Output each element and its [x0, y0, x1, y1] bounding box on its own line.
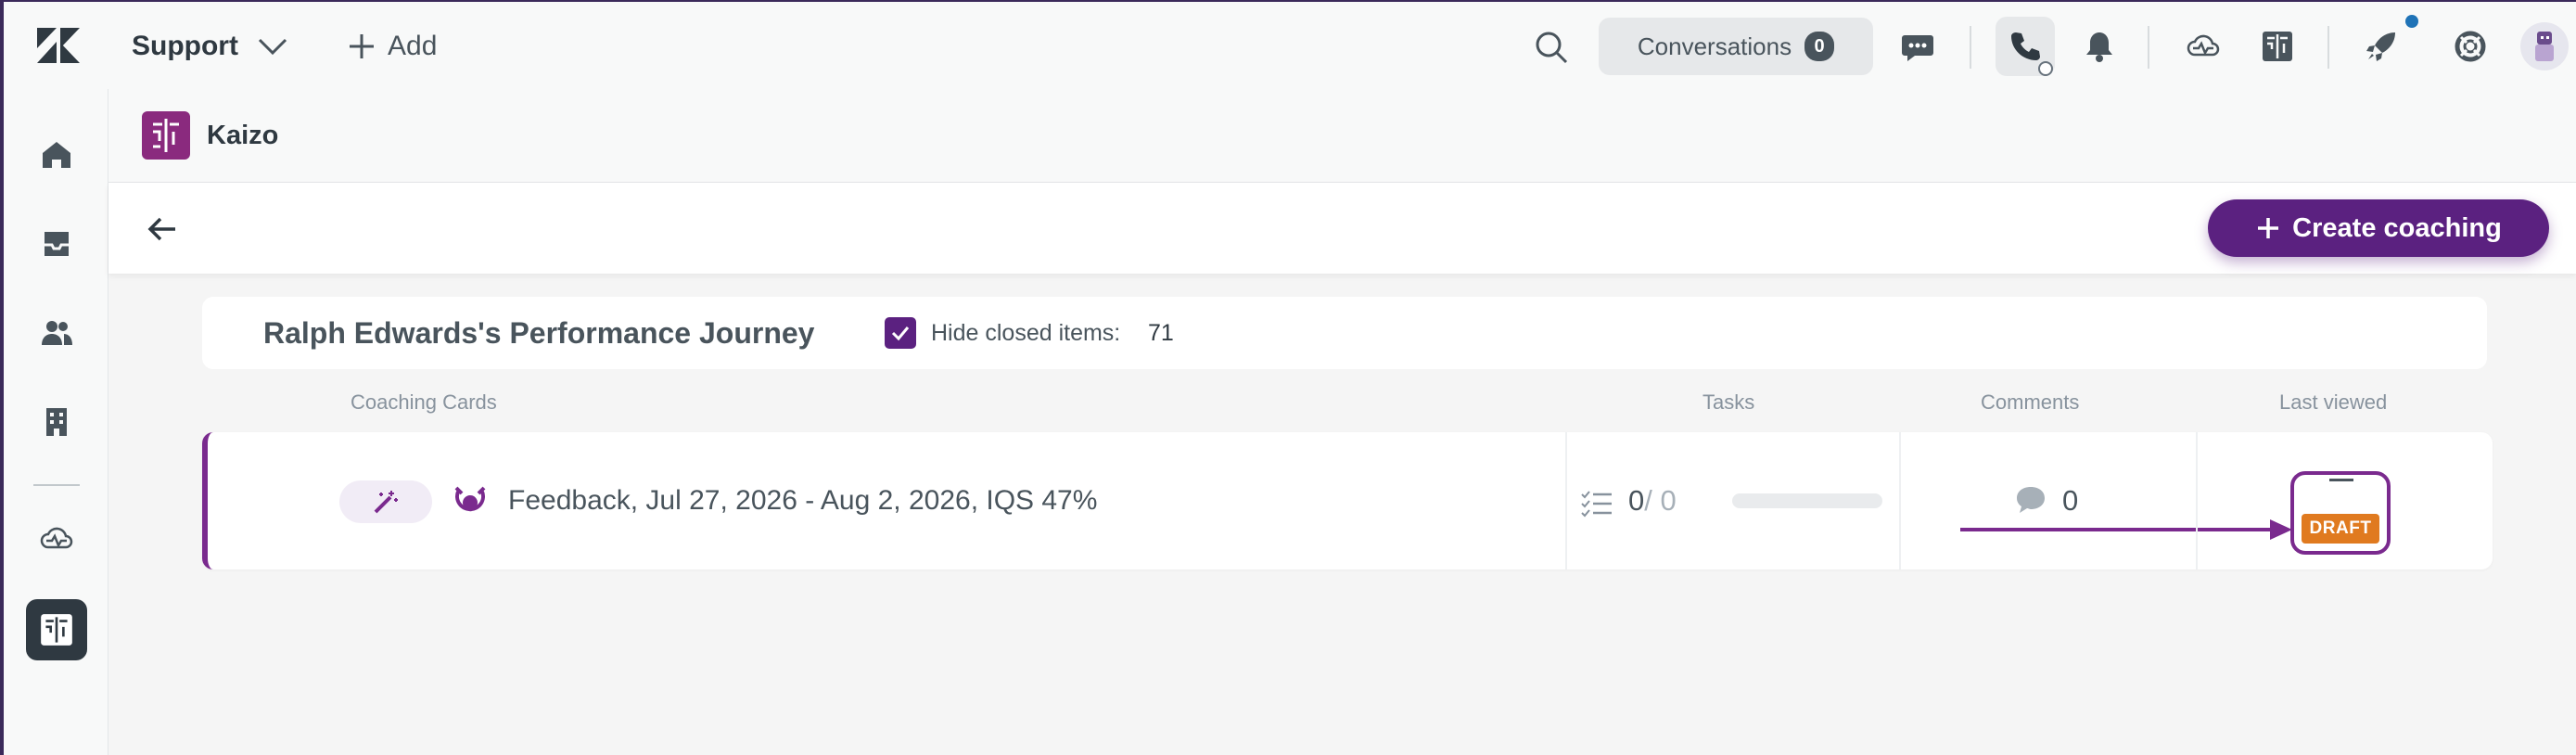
divider	[2327, 26, 2329, 69]
add-label: Add	[388, 31, 438, 61]
zendesk-logo-icon[interactable]	[37, 28, 80, 63]
coaching-card-row[interactable]: Feedback, Jul 27, 2026 - Aug 2, 2026, IQ…	[202, 432, 2493, 569]
column-header-tasks[interactable]: Tasks	[1702, 390, 1754, 416]
column-divider	[1899, 432, 1901, 569]
global-topbar: Support Add Conversations 0	[4, 2, 2576, 90]
plus-icon	[350, 34, 374, 58]
back-arrow-icon[interactable]	[142, 209, 183, 250]
comments-count: 0	[2062, 484, 2079, 517]
divider	[1970, 26, 1971, 69]
tasks-done: 0	[1628, 484, 1645, 517]
conversations-label: Conversations	[1637, 32, 1792, 60]
divider	[2148, 26, 2149, 69]
create-coaching-label: Create coaching	[2292, 212, 2502, 243]
nav-divider	[33, 484, 80, 486]
last-viewed-dash	[2329, 479, 2353, 481]
last-viewed-status[interactable]: DRAFT	[2290, 471, 2391, 555]
help-lifebuoy-icon[interactable]	[2448, 24, 2493, 69]
column-divider	[2196, 432, 2198, 569]
left-navigation	[4, 89, 108, 755]
annotation-arrow-icon	[1960, 519, 2292, 540]
journey-header: Ralph Edwards's Performance Journey Hide…	[202, 297, 2487, 369]
draft-status-badge: DRAFT	[2302, 514, 2379, 544]
conversations-button[interactable]: Conversations 0	[1599, 18, 1873, 75]
kaizo-nav-item[interactable]	[26, 599, 87, 660]
column-header-coaching-cards[interactable]: Coaching Cards	[351, 390, 497, 416]
page-toolbar: Create coaching	[108, 183, 2576, 274]
hide-closed-label: Hide closed items:	[931, 320, 1121, 346]
conversations-count-badge: 0	[1804, 32, 1835, 61]
rocket-icon[interactable]	[2359, 24, 2404, 69]
plus-icon	[2258, 218, 2279, 238]
chat-icon[interactable]	[1895, 24, 1940, 69]
kaizo-app-icon	[41, 614, 72, 646]
customers-icon[interactable]	[33, 310, 80, 356]
page-title: Ralph Edwards's Performance Journey	[263, 316, 815, 350]
chevron-down-icon	[258, 38, 287, 56]
column-divider	[1565, 432, 1567, 569]
cloud-pulse-icon[interactable]	[33, 516, 80, 562]
column-header-last-viewed[interactable]: Last viewed	[2279, 390, 2387, 416]
bell-icon[interactable]	[2077, 24, 2122, 69]
organizations-icon[interactable]	[33, 399, 80, 445]
feedback-type-icon	[454, 486, 486, 512]
phone-status-indicator	[2038, 61, 2053, 76]
kaizo-logo-icon	[142, 111, 190, 160]
home-icon[interactable]	[33, 132, 80, 178]
magic-wand-badge	[339, 480, 432, 523]
product-name: Support	[132, 31, 238, 61]
kaizo-app-icon[interactable]	[2255, 24, 2300, 69]
tasks-count: 0/ 0	[1628, 482, 1677, 519]
user-avatar[interactable]	[2520, 22, 2569, 70]
column-header-comments[interactable]: Comments	[1981, 390, 2079, 416]
product-switcher[interactable]: Support	[132, 28, 288, 65]
checklist-icon	[1581, 491, 1612, 518]
hidden-items-count: 71	[1148, 320, 1174, 346]
tasks-total: / 0	[1644, 484, 1677, 517]
hide-closed-checkbox[interactable]	[885, 317, 916, 349]
notification-dot	[2405, 15, 2418, 28]
app-name: Kaizo	[207, 121, 279, 150]
comment-icon	[2017, 487, 2045, 513]
coaching-card-title[interactable]: Feedback, Jul 27, 2026 - Aug 2, 2026, IQ…	[508, 482, 1097, 519]
magic-wand-icon	[374, 491, 398, 514]
search-icon[interactable]	[1534, 30, 1569, 65]
app-header: Kaizo	[108, 89, 2576, 183]
inbox-icon[interactable]	[33, 221, 80, 267]
create-coaching-button[interactable]: Create coaching	[2208, 199, 2549, 257]
cloud-pulse-icon[interactable]	[2181, 24, 2225, 69]
add-button[interactable]: Add	[347, 28, 437, 65]
checkmark-icon	[891, 326, 910, 341]
tasks-progress-bar	[1732, 493, 1882, 508]
